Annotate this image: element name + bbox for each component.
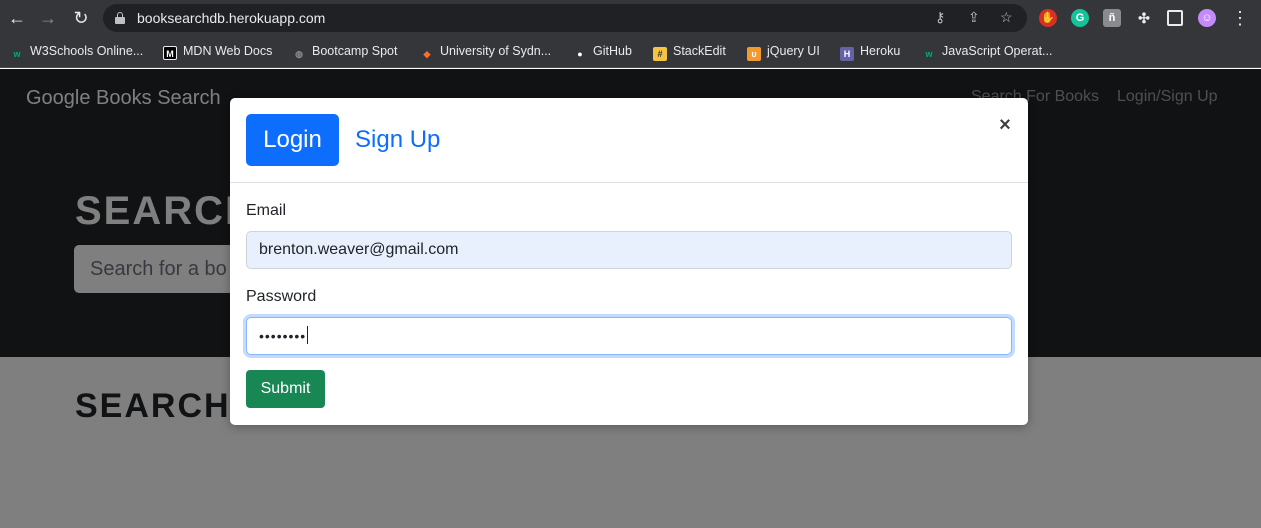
bookmark-label: Heroku — [860, 44, 901, 58]
bookmark-label: JavaScript Operat... — [942, 44, 1053, 58]
bookmark-mdn[interactable]: M MDN Web Docs — [163, 42, 272, 60]
reload-icon[interactable]: ↻ — [71, 8, 91, 28]
globe-icon: ◍ — [295, 49, 303, 59]
heroku-icon: H — [840, 47, 854, 61]
bookmark-bootcamp-spot[interactable]: ◍ Bootcamp Spot — [292, 42, 397, 60]
w3schools-icon: w — [925, 49, 933, 59]
forward-icon[interactable]: → — [38, 8, 58, 28]
bookmark-javascript-operators[interactable]: w JavaScript Operat... — [922, 42, 1052, 60]
bookmark-stackedit[interactable]: # StackEdit — [653, 42, 726, 61]
bookmark-label: jQuery UI — [767, 44, 820, 58]
adblock-extension-icon[interactable]: ✋ — [1039, 9, 1057, 27]
lock-icon[interactable] — [115, 12, 125, 24]
bookmark-w3schools[interactable]: w W3Schools Online... — [10, 42, 143, 60]
close-icon[interactable]: × — [996, 115, 1014, 135]
email-label: Email — [246, 202, 287, 219]
password-value: •••••••• — [259, 328, 307, 344]
bookmarks-bar: w W3Schools Online... M MDN Web Docs ◍ Boot… — [0, 36, 1261, 68]
key-icon[interactable]: ⚷ — [935, 9, 945, 26]
url-text: booksearchdb.herokuapp.com — [137, 10, 326, 26]
side-panel-icon[interactable] — [1167, 10, 1183, 26]
grammarly-extension-icon[interactable]: G — [1071, 9, 1089, 27]
gitlab-icon: ◆ — [423, 49, 431, 59]
puzzle-extensions-icon[interactable]: ✣ — [1135, 9, 1153, 27]
bookmark-label: StackEdit — [673, 44, 726, 58]
menu-icon[interactable]: ⋮ — [1230, 8, 1250, 28]
submit-button[interactable]: Submit — [246, 370, 325, 408]
password-field[interactable]: •••••••• — [246, 317, 1012, 355]
stackedit-icon: # — [653, 47, 667, 61]
modal-header: Login Sign Up × — [230, 98, 1028, 183]
bookmark-jquery-ui[interactable]: ᴜ jQuery UI — [747, 42, 820, 61]
browser-toolbar: ← → ↻ booksearchdb.herokuapp.com ⚷ ⇪ ☆ ✋… — [0, 0, 1261, 36]
bookmark-github[interactable]: ● GitHub — [573, 42, 632, 60]
bookmark-heroku[interactable]: H Heroku — [840, 42, 901, 61]
bookmark-label: Bootcamp Spot — [312, 44, 398, 58]
jquery-ui-icon: ᴜ — [747, 47, 761, 61]
bookmark-label: MDN Web Docs — [183, 44, 273, 58]
bookmark-university-sydney[interactable]: ◆ University of Sydn... — [420, 42, 552, 60]
github-icon: ● — [577, 49, 583, 59]
password-label: Password — [246, 288, 317, 305]
address-bar[interactable]: booksearchdb.herokuapp.com ⚷ ⇪ ☆ — [103, 4, 1027, 32]
login-modal: Login Sign Up × Email brenton.weaver@gma… — [230, 98, 1028, 425]
mdn-icon: M — [163, 46, 177, 60]
text-caret — [307, 326, 309, 344]
w3schools-icon: w — [13, 49, 21, 59]
profile-avatar[interactable]: ☺ — [1198, 9, 1216, 27]
bookmark-label: GitHub — [593, 44, 632, 58]
email-field[interactable]: brenton.weaver@gmail.com — [246, 231, 1012, 269]
extension-icon[interactable]: ñ — [1103, 9, 1121, 27]
bookmark-label: W3Schools Online... — [30, 44, 144, 58]
bookmark-label: University of Sydn... — [440, 44, 552, 58]
back-icon[interactable]: ← — [7, 8, 27, 28]
bookmark-star-icon[interactable]: ☆ — [1000, 9, 1013, 26]
tab-signup[interactable]: Sign Up — [355, 114, 440, 166]
tab-login[interactable]: Login — [246, 114, 339, 166]
share-icon[interactable]: ⇪ — [968, 9, 980, 26]
